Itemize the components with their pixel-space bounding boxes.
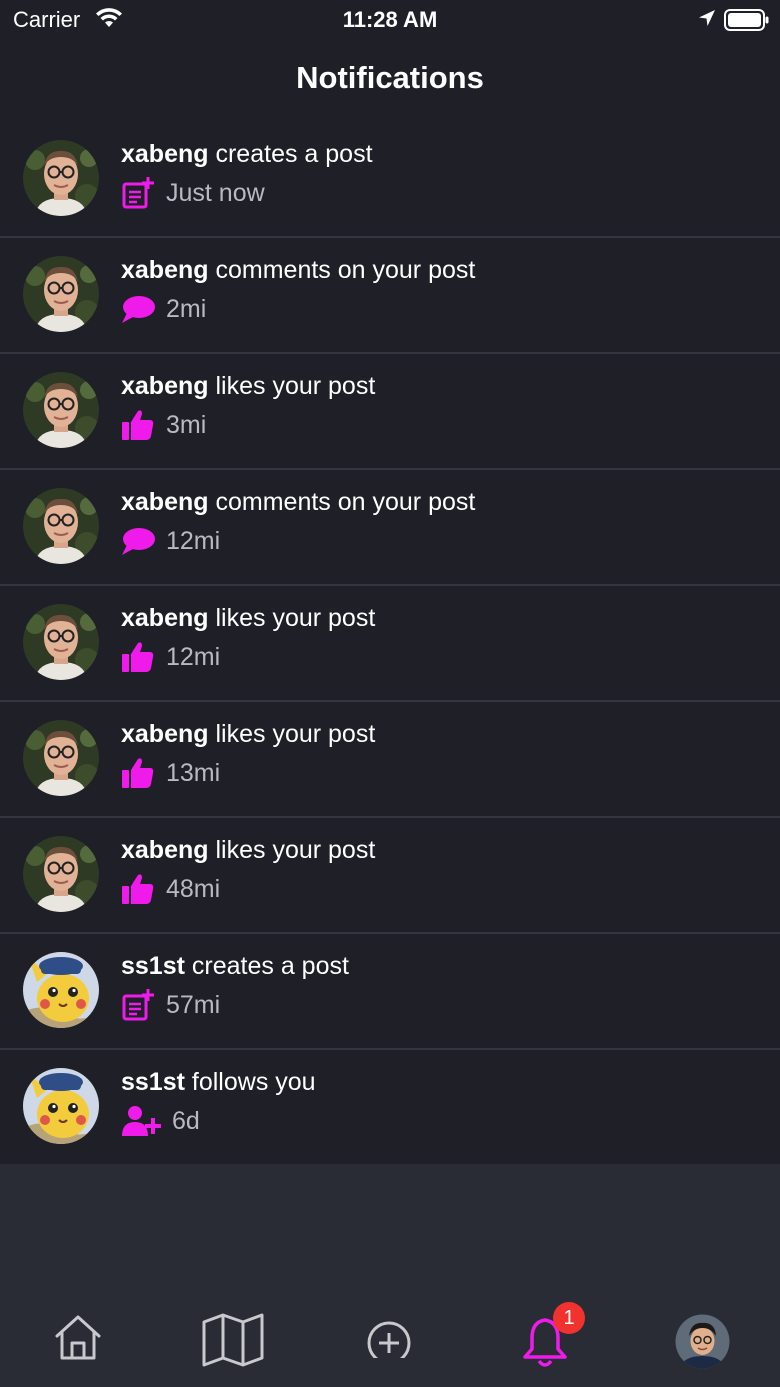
notification-username[interactable]: ss1st [121, 1068, 185, 1096]
notification-action: likes your post [215, 836, 376, 864]
notification-meta: 48mi [121, 872, 220, 906]
home-icon [55, 1315, 101, 1360]
notification-text: xabeng likes your post [121, 720, 375, 749]
avatar[interactable] [23, 256, 99, 332]
notification-badge: 1 [553, 1302, 585, 1334]
notification-username[interactable]: xabeng [121, 372, 209, 400]
notification-time: 13mi [166, 758, 221, 787]
tab-map[interactable] [201, 1312, 265, 1373]
notification-text: xabeng likes your post [121, 604, 375, 633]
notification-action: likes your post [215, 604, 376, 632]
clock: 11:28 AM [342, 7, 438, 32]
notification-action: follows you [191, 1068, 316, 1096]
notification-text: xabeng comments on your post [121, 256, 475, 285]
notification-list: xabeng creates a post Just now xabeng co… [0, 122, 780, 1164]
tab-add[interactable] [366, 1312, 412, 1365]
notification-row[interactable]: xabeng likes your post 48mi [0, 818, 780, 934]
notification-row[interactable]: xabeng likes your post 13mi [0, 702, 780, 818]
thumbs-up-icon [121, 408, 155, 442]
notification-text: xabeng comments on your post [121, 488, 475, 517]
notification-meta: 12mi [121, 524, 220, 558]
create-post-icon [121, 176, 155, 210]
notification-username[interactable]: xabeng [121, 488, 209, 516]
follow-icon [121, 1104, 161, 1138]
notification-row[interactable]: xabeng comments on your post 12mi [0, 470, 780, 586]
notification-row[interactable]: xabeng creates a post Just now [0, 122, 780, 238]
avatar[interactable] [23, 140, 99, 216]
notification-time: 57mi [166, 990, 221, 1019]
avatar[interactable] [23, 1068, 99, 1144]
notification-time: 48mi [166, 874, 221, 903]
notification-time: 3mi [166, 410, 207, 439]
notification-username[interactable]: ss1st [121, 952, 185, 980]
avatar[interactable] [23, 372, 99, 448]
notification-time: 6d [172, 1106, 200, 1135]
notification-text: xabeng likes your post [121, 836, 375, 865]
notification-username[interactable]: xabeng [121, 256, 209, 284]
notification-action: comments on your post [215, 488, 476, 516]
notification-meta: 3mi [121, 408, 206, 442]
status-bar: Carrier 11:28 AM [0, 0, 780, 40]
profile-avatar [675, 1314, 730, 1369]
comment-icon [121, 292, 155, 326]
avatar[interactable] [23, 720, 99, 796]
notification-username[interactable]: xabeng [121, 604, 209, 632]
top-bar: Carrier 11:28 AM Notifications [0, 0, 780, 122]
location-arrow-icon [697, 8, 717, 35]
thumbs-up-icon [121, 872, 155, 906]
notification-text: xabeng creates a post [121, 140, 373, 169]
notification-meta: 57mi [121, 988, 220, 1022]
plus-circle-icon [367, 1321, 411, 1365]
notification-text: xabeng likes your post [121, 372, 375, 401]
notification-action: likes your post [215, 720, 376, 748]
notification-time: 12mi [166, 526, 221, 555]
thumbs-up-icon [121, 640, 155, 674]
create-post-icon [121, 988, 155, 1022]
battery-icon [724, 8, 770, 37]
notification-username[interactable]: xabeng [121, 836, 209, 864]
notification-row[interactable]: ss1st creates a post 57mi [0, 934, 780, 1050]
notification-meta: 6d [121, 1104, 200, 1138]
notification-time: 2mi [166, 294, 207, 323]
avatar[interactable] [23, 836, 99, 912]
notification-action: creates a post [215, 140, 373, 168]
notification-row[interactable]: xabeng comments on your post 2mi [0, 238, 780, 354]
tab-home[interactable] [53, 1312, 103, 1367]
map-icon [202, 1313, 264, 1367]
thumbs-up-icon [121, 756, 155, 790]
avatar[interactable] [23, 604, 99, 680]
notification-meta: 12mi [121, 640, 220, 674]
notification-action: likes your post [215, 372, 376, 400]
notification-time: 12mi [166, 642, 221, 671]
notification-text: ss1st creates a post [121, 952, 349, 981]
notification-text: ss1st follows you [121, 1068, 316, 1097]
notification-username[interactable]: xabeng [121, 140, 209, 168]
notification-row[interactable]: ss1st follows you 6d [0, 1050, 780, 1164]
notification-time: Just now [166, 178, 265, 207]
avatar[interactable] [23, 952, 99, 1028]
notification-meta: 13mi [121, 756, 220, 790]
tab-bar [0, 1290, 780, 1387]
avatar[interactable] [23, 488, 99, 564]
notification-action: comments on your post [215, 256, 476, 284]
tab-profile[interactable] [675, 1314, 730, 1374]
notification-meta: 2mi [121, 292, 206, 326]
page-title: Notifications [296, 60, 484, 95]
notification-meta: Just now [121, 176, 265, 210]
notification-username[interactable]: xabeng [121, 720, 209, 748]
notification-row[interactable]: xabeng likes your post 12mi [0, 586, 780, 702]
notification-row[interactable]: xabeng likes your post 3mi [0, 354, 780, 470]
notification-action: creates a post [191, 952, 349, 980]
comment-icon [121, 524, 155, 558]
